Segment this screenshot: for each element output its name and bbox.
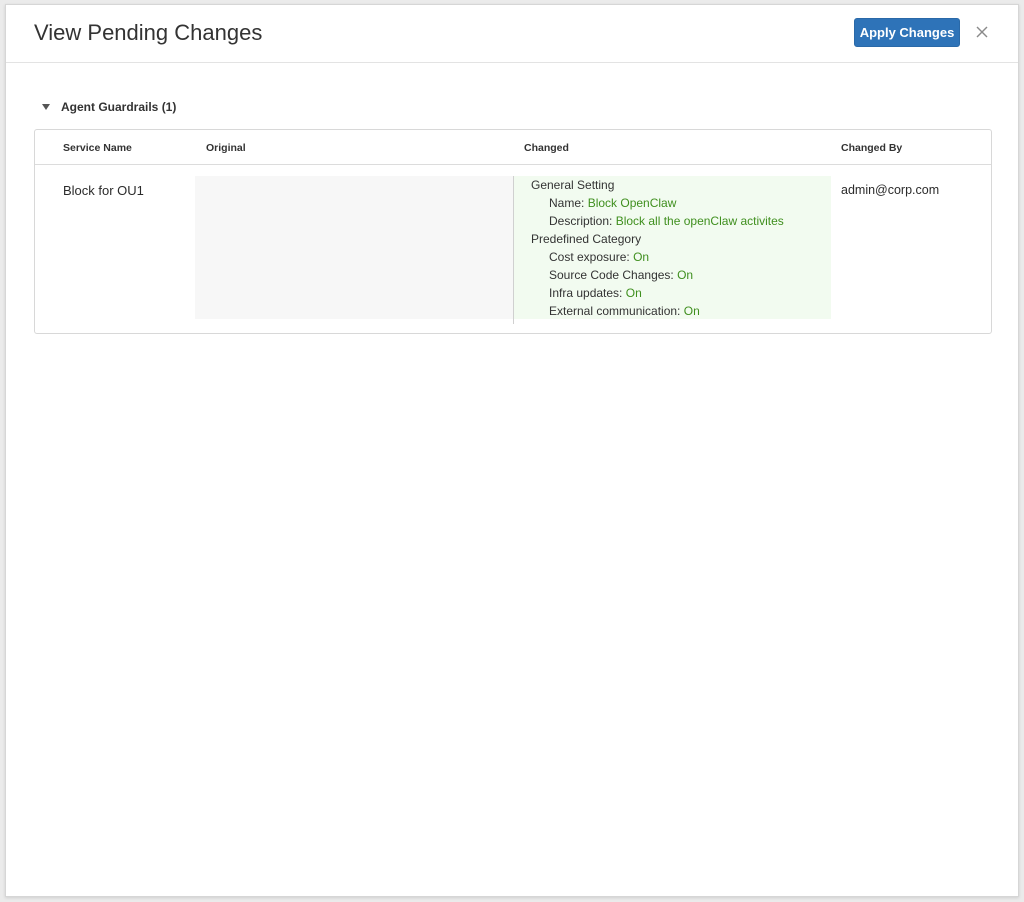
predefined-category-heading: Predefined Category xyxy=(531,232,642,246)
change-description-label: Description: xyxy=(549,214,613,228)
changes-table: Service Name Original Changed Changed By… xyxy=(34,129,992,334)
original-cell xyxy=(195,176,513,319)
section-label: Agent Guardrails (1) xyxy=(61,100,177,114)
column-header-service-name: Service Name xyxy=(63,142,132,154)
column-header-original: Original xyxy=(206,142,246,154)
dialog-header: View Pending Changes Apply Changes xyxy=(6,5,1018,63)
column-header-changed: Changed xyxy=(524,142,569,154)
category-item-label: External communication: xyxy=(549,304,681,318)
dialog-title: View Pending Changes xyxy=(34,20,263,45)
service-name-cell: Block for OU1 xyxy=(63,183,144,198)
change-name-label: Name: xyxy=(549,196,585,210)
category-item-label: Source Code Changes: xyxy=(549,268,674,282)
close-icon xyxy=(976,26,988,38)
close-button[interactable] xyxy=(972,22,992,42)
change-name-value: Block OpenClaw xyxy=(587,196,677,210)
column-header-changed-by: Changed By xyxy=(841,142,903,154)
category-item: Cost exposure: On xyxy=(549,248,649,266)
section-toggle-agent-guardrails[interactable]: Agent Guardrails (1) xyxy=(42,100,176,114)
change-description-line: Description: Block all the openClaw acti… xyxy=(549,212,784,230)
caret-down-icon xyxy=(42,104,50,110)
category-item: External communication: On xyxy=(549,302,700,320)
table-header: Service Name Original Changed Changed By xyxy=(35,130,991,165)
category-item-label: Cost exposure: xyxy=(549,250,630,264)
category-item-value: On xyxy=(625,286,642,300)
change-description-value: Block all the openClaw activites xyxy=(615,214,784,228)
category-item-value: On xyxy=(677,268,694,282)
change-name-line: Name: Block OpenClaw xyxy=(549,194,676,212)
general-setting-heading: General Setting xyxy=(531,178,615,192)
changed-cell: General Setting Name: Block OpenClaw Des… xyxy=(514,176,831,319)
category-item-value: On xyxy=(633,250,650,264)
category-item: Infra updates: On xyxy=(549,284,642,302)
apply-changes-button[interactable]: Apply Changes xyxy=(854,18,960,47)
category-item-value: On xyxy=(683,304,700,318)
pending-changes-dialog: View Pending Changes Apply Changes Agent… xyxy=(5,4,1019,897)
category-item: Source Code Changes: On xyxy=(549,266,693,284)
category-item-label: Infra updates: xyxy=(549,286,623,300)
changed-by-cell: admin@corp.com xyxy=(841,183,940,197)
